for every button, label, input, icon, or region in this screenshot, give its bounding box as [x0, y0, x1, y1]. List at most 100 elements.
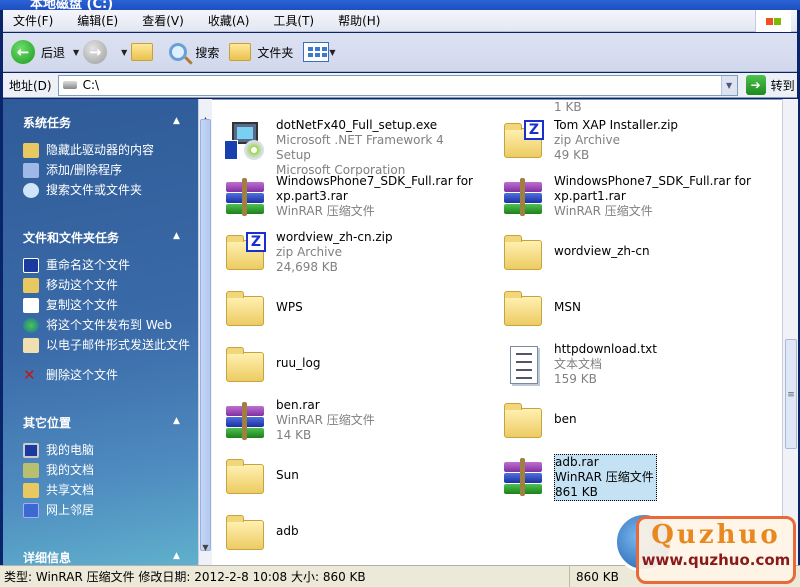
task-copy[interactable]: 复制这个文件 — [23, 298, 193, 313]
file-name: Sun — [276, 468, 299, 482]
toolbar: ← 后退 ▼ → ▼ 搜索 文件夹 ▼ — [3, 33, 797, 72]
file-list-scrollbar[interactable]: ≡ — [782, 99, 798, 565]
file-name: WindowsPhone7_SDK_Full.rar for xp.part3.… — [276, 174, 473, 203]
task-label: 搜索文件或文件夹 — [46, 183, 143, 197]
task-delete[interactable]: ✕ 删除这个文件 — [23, 368, 193, 383]
go-label: 转到 — [770, 78, 795, 93]
address-label: 地址(D) — [9, 78, 52, 93]
delete-x-icon: ✕ — [23, 366, 36, 384]
collapse-chevron-icon[interactable]: ▲ — [173, 231, 180, 241]
task-rename[interactable]: 重命名这个文件 — [23, 258, 193, 273]
file-item[interactable]: ben.rar WinRAR 压缩文件 14 KB — [218, 394, 488, 446]
move-icon — [23, 278, 39, 293]
system-tasks-title[interactable]: 系统任务 — [23, 114, 71, 131]
other-places-title[interactable]: 其它位置 — [23, 414, 71, 431]
back-arrow-icon: ← — [11, 40, 35, 64]
task-pane: 系统任务 ▲ 隐藏此驱动器的内容 添加/删除程序 搜索文件或文件夹 文件和文件夹… — [3, 99, 198, 565]
rar-file-icon — [500, 174, 544, 218]
collapse-chevron-icon[interactable]: ▲ — [173, 416, 180, 426]
folder-file-icon — [222, 342, 266, 386]
search-button[interactable]: 搜索 — [169, 43, 219, 61]
menu-edit[interactable]: 编辑(E) — [67, 12, 128, 29]
place-shared-documents[interactable]: 共享文档 — [23, 483, 193, 498]
up-folder-icon — [131, 43, 154, 61]
file-detail: 14 KB — [276, 428, 312, 442]
file-name: WPS — [276, 300, 303, 314]
folder-icon — [23, 143, 39, 158]
menu-tools[interactable]: 工具(T) — [263, 12, 324, 29]
file-item[interactable]: Zwordview_zh-cn.zip zip Archive 24,698 KB — [218, 226, 488, 278]
programs-icon — [23, 163, 39, 178]
file-name: Tom XAP Installer.zip — [554, 118, 679, 132]
place-label: 我的文档 — [46, 463, 95, 477]
file-name: wordview_zh-cn.zip — [276, 230, 393, 244]
rename-icon — [23, 258, 39, 273]
menu-file[interactable]: 文件(F) — [3, 12, 63, 29]
address-value: C:\ — [82, 78, 100, 92]
task-hide-drive[interactable]: 隐藏此驱动器的内容 — [23, 143, 193, 158]
file-item[interactable]: ruu_log — [218, 338, 488, 390]
file-type: 文本文档 — [554, 357, 603, 371]
file-item[interactable]: adb.rar WinRAR 压缩文件 861 KB — [496, 450, 766, 502]
task-label: 以电子邮件形式发送此文件 — [46, 338, 191, 352]
place-my-computer[interactable]: 我的电脑 — [23, 443, 193, 458]
folder-file-icon — [222, 286, 266, 330]
file-type: WinRAR 压缩文件 — [276, 413, 375, 427]
scroll-thumb[interactable]: ≡ — [785, 339, 797, 449]
collapse-chevron-icon[interactable]: ▲ — [173, 551, 180, 561]
task-add-remove[interactable]: 添加/删除程序 — [23, 163, 193, 178]
folders-button[interactable]: 文件夹 — [229, 43, 293, 61]
file-item[interactable]: Z Tom XAP Installer.zip zip Archive 49 KB — [496, 114, 766, 166]
menu-view[interactable]: 查看(V) — [132, 12, 194, 29]
file-name: ben.rar — [276, 398, 320, 412]
place-network[interactable]: 网上邻居 — [23, 503, 193, 518]
task-label: 将这个文件发布到 Web — [46, 318, 172, 332]
place-my-documents[interactable]: 我的文档 — [23, 463, 193, 478]
status-size: 860 KB — [576, 569, 619, 584]
menu-help[interactable]: 帮助(H) — [328, 12, 390, 29]
file-item[interactable]: WindowsPhone7_SDK_Full.rar for xp.part1.… — [496, 170, 766, 222]
task-label: 重命名这个文件 — [46, 258, 131, 272]
file-name: adb — [276, 524, 299, 538]
task-move[interactable]: 移动这个文件 — [23, 278, 193, 293]
folder-icon — [229, 43, 252, 61]
menu-favorites[interactable]: 收藏(A) — [198, 12, 260, 29]
file-tasks-title[interactable]: 文件和文件夹任务 — [23, 229, 119, 246]
go-button[interactable]: ➔ 转到 — [745, 75, 795, 95]
collapse-chevron-icon[interactable]: ▲ — [173, 116, 180, 126]
back-dropdown-icon[interactable]: ▼ — [73, 48, 79, 57]
file-item[interactable]: WPS — [218, 282, 488, 334]
views-icon — [303, 42, 330, 62]
scroll-down-icon[interactable]: ▼ — [199, 543, 212, 557]
file-name: WindowsPhone7_SDK_Full.rar for xp.part1.… — [554, 174, 751, 203]
file-item[interactable]: MSN — [496, 282, 766, 334]
window-title: 本地磁盘 (C:) — [30, 0, 114, 10]
file-item[interactable]: dotNetFx40_Full_setup.exe Microsoft .NET … — [218, 114, 488, 177]
up-folder-button[interactable] — [131, 43, 159, 61]
back-button[interactable]: ← 后退 — [11, 40, 65, 64]
address-input[interactable]: C:\ ▼ — [57, 74, 738, 96]
file-type: Microsoft .NET Framework 4 Setup — [276, 133, 444, 162]
folder-icon — [23, 483, 39, 498]
forward-dropdown-icon[interactable]: ▼ — [121, 48, 127, 57]
address-dropdown-icon[interactable]: ▼ — [720, 75, 737, 95]
file-item[interactable]: httpdownload.txt 文本文档 159 KB — [496, 338, 766, 390]
details-title[interactable]: 详细信息 — [23, 549, 71, 565]
scroll-thumb[interactable] — [200, 119, 211, 551]
task-search[interactable]: 搜索文件或文件夹 — [23, 183, 193, 198]
file-item[interactable]: adb — [218, 506, 488, 558]
task-email[interactable]: 以电子邮件形式发送此文件 — [23, 338, 193, 353]
forward-button[interactable]: → — [83, 40, 113, 64]
file-item[interactable]: ben — [496, 394, 766, 446]
go-arrow-icon: ➔ — [745, 75, 766, 95]
search-label: 搜索 — [195, 45, 220, 60]
file-item[interactable]: Sun — [218, 450, 488, 502]
file-item[interactable]: wordview_zh-cn — [496, 226, 766, 278]
rar-file-icon — [222, 174, 266, 218]
task-pane-scrollbar[interactable]: ▲ ▼ — [198, 99, 212, 565]
task-publish-web[interactable]: 将这个文件发布到 Web — [23, 318, 193, 333]
search-icon — [169, 43, 188, 61]
views-button[interactable]: ▼ — [303, 42, 339, 62]
globe-icon — [23, 318, 39, 333]
file-item[interactable]: WindowsPhone7_SDK_Full.rar for xp.part3.… — [218, 170, 488, 222]
